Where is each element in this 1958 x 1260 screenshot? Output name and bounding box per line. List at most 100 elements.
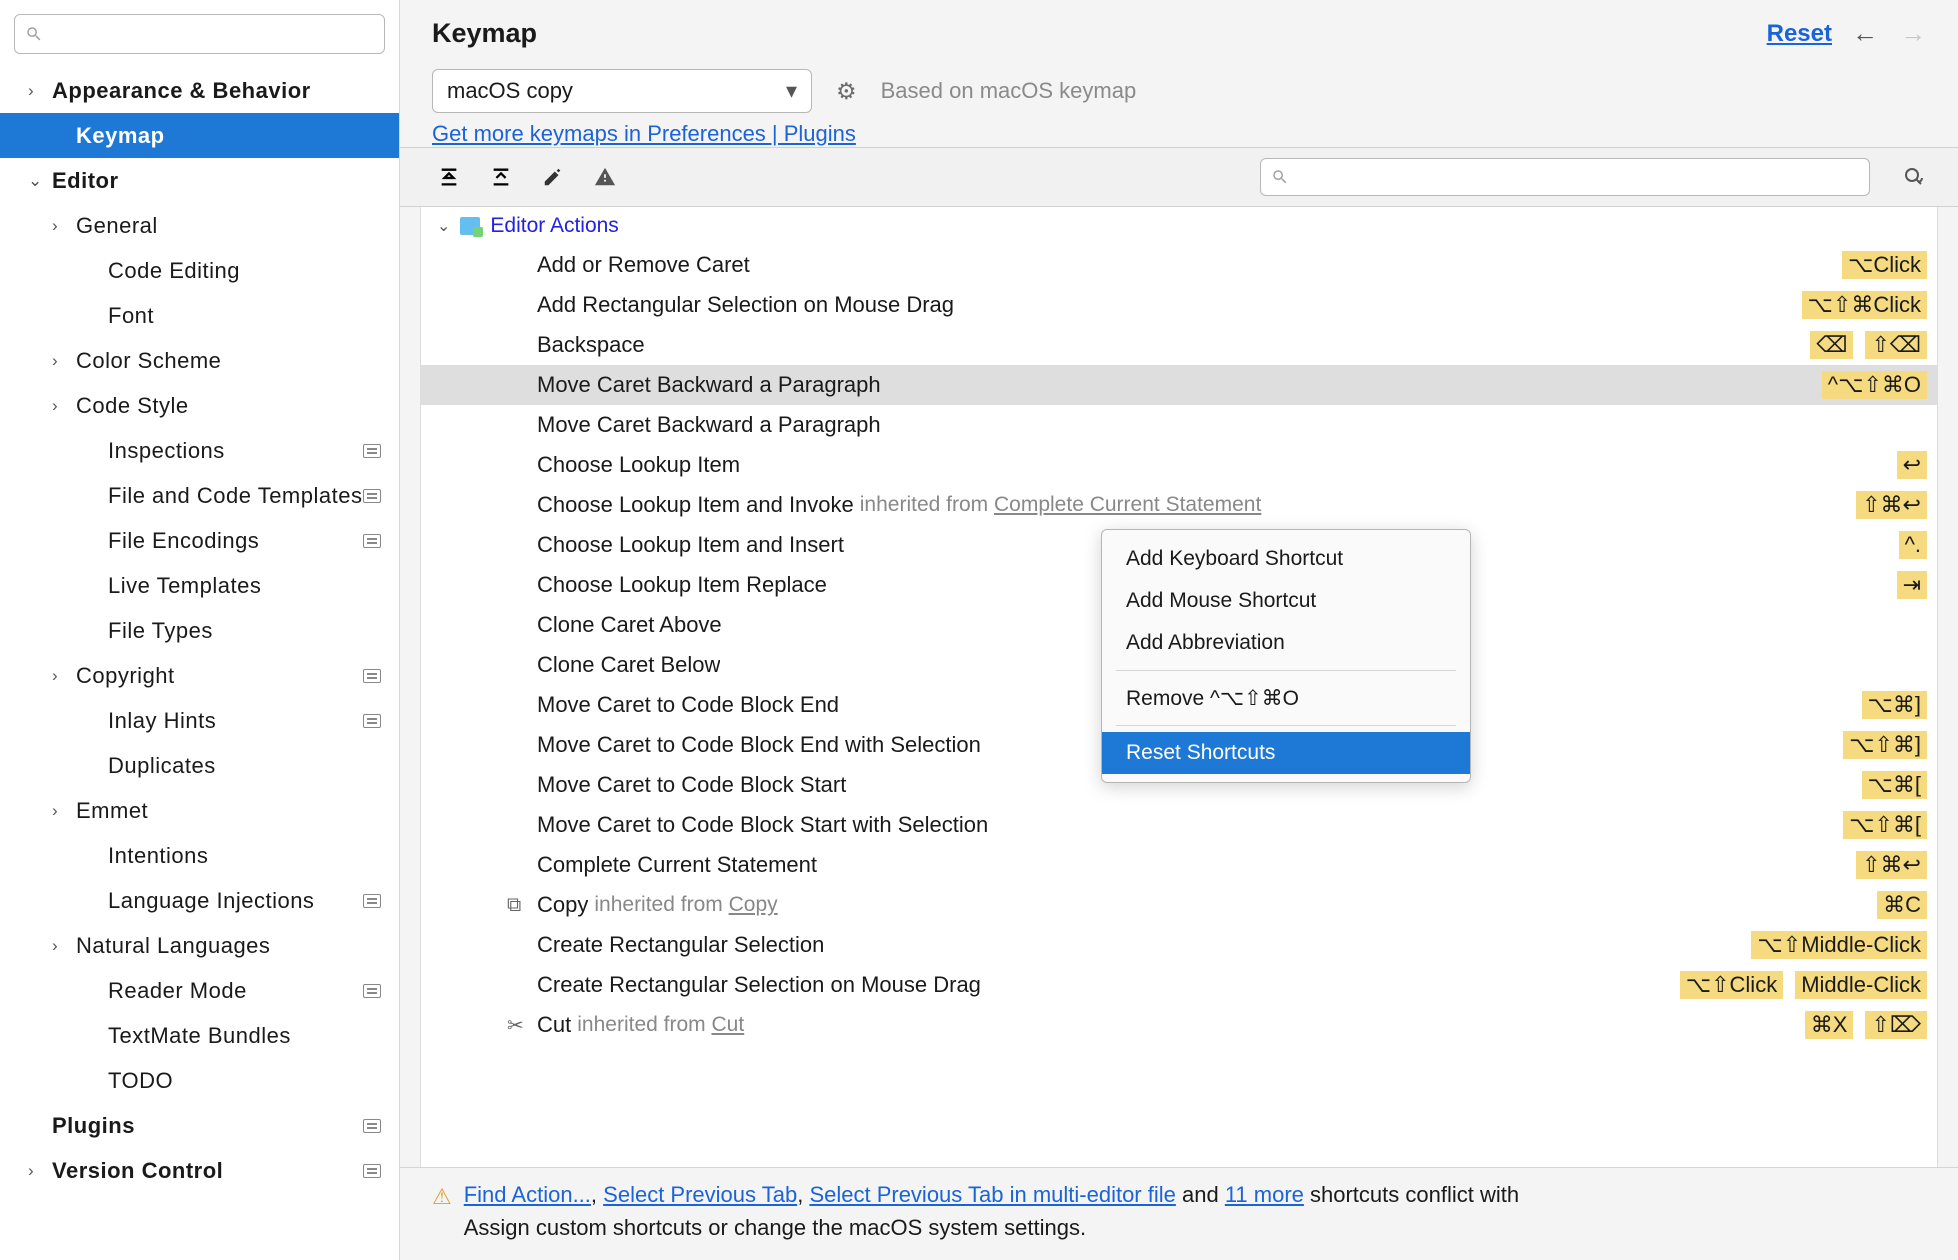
- action-label: Copy: [537, 892, 588, 918]
- shortcut-badges: ⇥: [1897, 571, 1927, 599]
- shortcut-badges: ↩: [1897, 451, 1927, 479]
- back-icon[interactable]: ←: [1852, 18, 1878, 49]
- context-menu[interactable]: Add Keyboard ShortcutAdd Mouse ShortcutA…: [1101, 529, 1471, 783]
- group-title: Editor Actions: [490, 214, 618, 238]
- settings-tree[interactable]: ›Appearance & BehaviorKeymap⌄Editor›Gene…: [0, 62, 399, 1260]
- sidebar-item[interactable]: File and Code Templates: [0, 473, 399, 518]
- context-menu-item[interactable]: Reset Shortcuts: [1102, 732, 1470, 774]
- keymap-dropdown[interactable]: macOS copy ▾: [432, 69, 812, 113]
- sidebar-item-label: Editor: [52, 168, 119, 194]
- action-label: Cut: [537, 1012, 571, 1038]
- find-by-shortcut-icon[interactable]: [1902, 165, 1926, 189]
- sidebar-item-label: Font: [108, 303, 154, 329]
- sidebar-item[interactable]: Intentions: [0, 833, 399, 878]
- scope-tag-icon: [363, 984, 381, 998]
- chevron-icon: ›: [52, 351, 66, 371]
- shortcut-badges: ⇧⌘↩: [1856, 851, 1927, 879]
- shortcut-badge: ⌥⇧⌘[: [1843, 811, 1927, 839]
- reset-button[interactable]: Reset: [1767, 20, 1832, 48]
- sidebar-item-label: Color Scheme: [76, 348, 221, 374]
- expand-all-icon[interactable]: [432, 160, 466, 194]
- shortcut-badge: ⇧⌫: [1865, 331, 1927, 359]
- conflict-link[interactable]: Select Previous Tab: [603, 1182, 797, 1207]
- sidebar-search[interactable]: [14, 14, 385, 54]
- action-row[interactable]: Create Rectangular Selection on Mouse Dr…: [421, 965, 1937, 1005]
- action-row[interactable]: Choose Lookup Item↩: [421, 445, 1937, 485]
- sidebar-item[interactable]: TextMate Bundles: [0, 1013, 399, 1058]
- chevron-icon: ›: [28, 1161, 42, 1181]
- sidebar-item[interactable]: ⌄Editor: [0, 158, 399, 203]
- sidebar-item[interactable]: Keymap: [0, 113, 399, 158]
- sidebar-item[interactable]: ›General: [0, 203, 399, 248]
- warning-icon[interactable]: [588, 160, 622, 194]
- action-label: Clone Caret Below: [537, 652, 720, 678]
- scope-tag-icon: [363, 1164, 381, 1178]
- sidebar-item[interactable]: ›Appearance & Behavior: [0, 68, 399, 113]
- action-label: Choose Lookup Item and Insert: [537, 532, 844, 558]
- sidebar-item[interactable]: Live Templates: [0, 563, 399, 608]
- group-header[interactable]: ⌄ Editor Actions: [421, 207, 1937, 245]
- action-row[interactable]: ✂Cut inherited from Cut⌘X⇧⌦: [421, 1005, 1937, 1045]
- action-row[interactable]: Add or Remove Caret⌥Click: [421, 245, 1937, 285]
- sidebar-item-label: Inspections: [108, 438, 225, 464]
- shortcut-badge: ⌘C: [1877, 891, 1927, 919]
- context-menu-item[interactable]: Add Abbreviation: [1102, 622, 1470, 664]
- action-row[interactable]: Move Caret Backward a Paragraph: [421, 405, 1937, 445]
- actions-search-input[interactable]: [1295, 167, 1859, 188]
- actions-list[interactable]: ⌄ Editor Actions Add or Remove Caret⌥Cli…: [420, 207, 1938, 1167]
- sidebar-item[interactable]: Reader Mode: [0, 968, 399, 1013]
- action-row[interactable]: Move Caret Backward a Paragraph^⌥⇧⌘O: [421, 365, 1937, 405]
- collapse-all-icon[interactable]: [484, 160, 518, 194]
- actions-search[interactable]: [1260, 158, 1870, 196]
- sidebar-item[interactable]: ›Natural Languages: [0, 923, 399, 968]
- shortcut-badges: ^.: [1899, 531, 1927, 559]
- shortcut-badge: ⇥: [1897, 571, 1927, 599]
- sidebar-search-wrap: [0, 0, 399, 62]
- sidebar-item-label: File Encodings: [108, 528, 259, 554]
- gear-icon[interactable]: ⚙: [836, 78, 857, 105]
- action-label: Backspace: [537, 332, 645, 358]
- sidebar-item[interactable]: Inspections: [0, 428, 399, 473]
- action-row[interactable]: Choose Lookup Item and Invoke inherited …: [421, 485, 1937, 525]
- cut-icon: ✂: [507, 1013, 524, 1038]
- shortcut-badge: ⌘X: [1805, 1011, 1854, 1039]
- scope-tag-icon: [363, 489, 381, 503]
- context-menu-item[interactable]: Add Keyboard Shortcut: [1102, 538, 1470, 580]
- sidebar-item[interactable]: › Color Scheme: [0, 338, 399, 383]
- inherited-from: inherited from Copy: [594, 893, 777, 917]
- sidebar-search-input[interactable]: [49, 24, 374, 45]
- sidebar-item[interactable]: Code Editing: [0, 248, 399, 293]
- action-row[interactable]: Create Rectangular Selection⌥⇧Middle-Cli…: [421, 925, 1937, 965]
- conflict-link[interactable]: Select Previous Tab in multi-editor file: [809, 1182, 1175, 1207]
- context-menu-item[interactable]: Remove ^⌥⇧⌘O: [1102, 677, 1470, 719]
- sidebar-item[interactable]: ›Emmet: [0, 788, 399, 833]
- action-row[interactable]: Complete Current Statement⇧⌘↩: [421, 845, 1937, 885]
- action-row[interactable]: Backspace⌫⇧⌫: [421, 325, 1937, 365]
- action-row[interactable]: Add Rectangular Selection on Mouse Drag⌥…: [421, 285, 1937, 325]
- conflict-link[interactable]: 11 more: [1225, 1182, 1304, 1207]
- sidebar-item[interactable]: TODO: [0, 1058, 399, 1103]
- chevron-icon: ›: [52, 396, 66, 416]
- sidebar-item[interactable]: ›Copyright: [0, 653, 399, 698]
- sidebar-item[interactable]: › Version Control: [0, 1148, 399, 1193]
- sidebar-item[interactable]: File Encodings: [0, 518, 399, 563]
- sidebar-item[interactable]: File Types: [0, 608, 399, 653]
- sidebar-item[interactable]: Language Injections: [0, 878, 399, 923]
- sidebar-item[interactable]: Font: [0, 293, 399, 338]
- edit-icon[interactable]: [536, 160, 570, 194]
- sidebar-item[interactable]: Plugins: [0, 1103, 399, 1148]
- sidebar-item-label: Version Control: [52, 1158, 223, 1184]
- action-row[interactable]: ⧉Copy inherited from Copy⌘C: [421, 885, 1937, 925]
- sidebar-item-label: Intentions: [108, 843, 208, 869]
- sidebar-item[interactable]: Inlay Hints: [0, 698, 399, 743]
- sidebar-item[interactable]: ›Code Style: [0, 383, 399, 428]
- scope-tag-icon: [363, 1119, 381, 1133]
- context-menu-item[interactable]: Add Mouse Shortcut: [1102, 580, 1470, 622]
- sidebar-item-label: Natural Languages: [76, 933, 270, 959]
- sidebar-item[interactable]: Duplicates: [0, 743, 399, 788]
- sidebar-item-label: TODO: [108, 1068, 173, 1094]
- main-panel: Keymap Reset ← → macOS copy ▾ ⚙ Based on…: [400, 0, 1958, 1260]
- action-row[interactable]: Move Caret to Code Block Start with Sele…: [421, 805, 1937, 845]
- sidebar-item-label: Inlay Hints: [108, 708, 216, 734]
- conflict-link[interactable]: Find Action...: [464, 1182, 591, 1207]
